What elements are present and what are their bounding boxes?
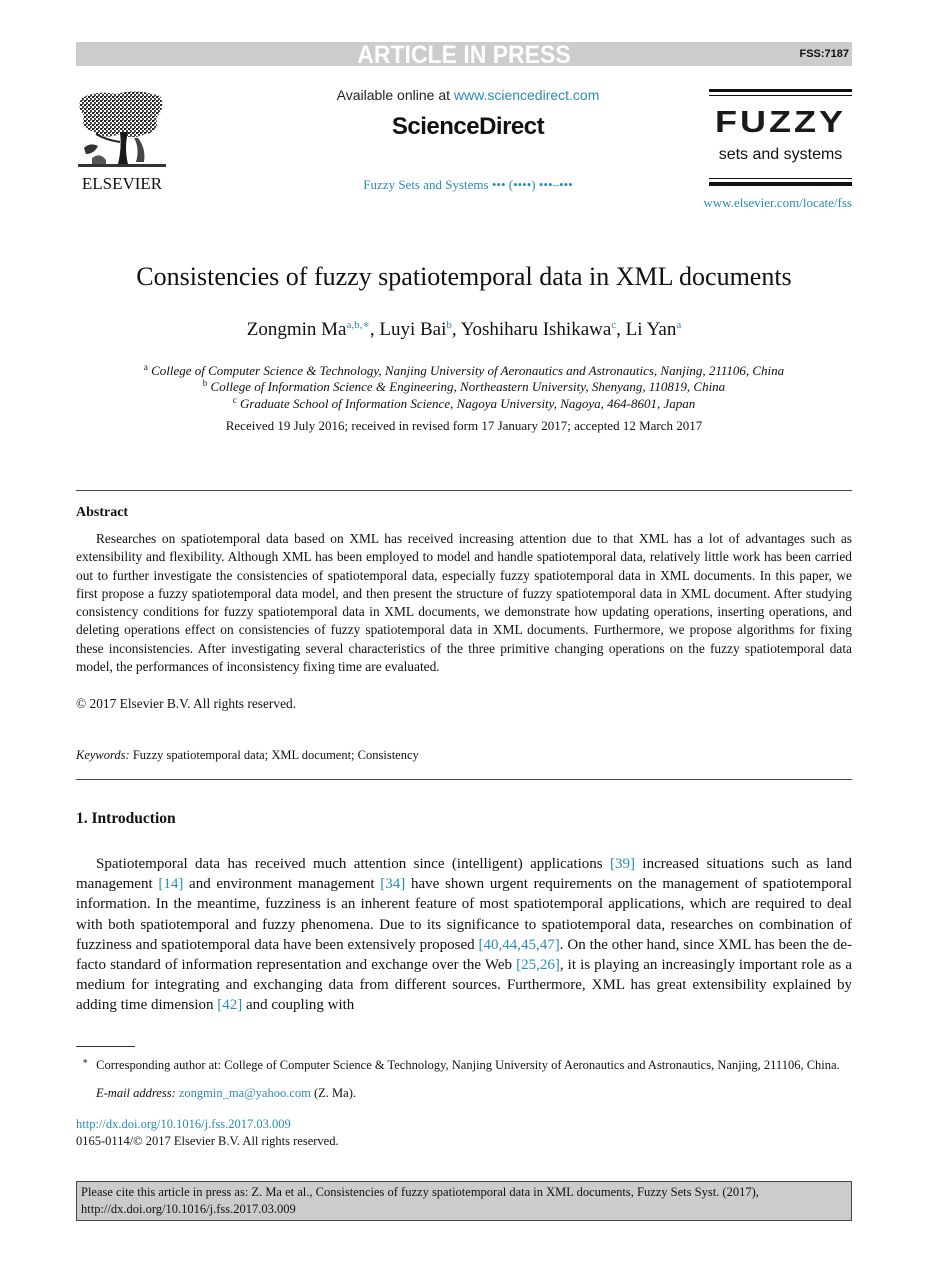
- fuzzy-sets-systems-logo[interactable]: FUZZY sets and systems: [709, 89, 852, 189]
- journal-logo-subtitle: sets and systems: [718, 146, 843, 163]
- keywords-label: Keywords:: [76, 748, 130, 762]
- intro-text: Spatiotemporal data has received much at…: [96, 856, 611, 872]
- available-prefix: Available online at: [336, 87, 454, 103]
- author-name: Li Yan: [625, 319, 677, 340]
- affiliation-mark: b: [202, 378, 208, 388]
- citation-box: Please cite this article in press as: Z.…: [76, 1181, 852, 1221]
- article-title: Consistencies of fuzzy spatiotemporal da…: [136, 262, 792, 291]
- intro-text: and coupling with: [242, 997, 355, 1014]
- citation-link[interactable]: [25,26]: [516, 957, 560, 973]
- issn-copyright: 0165-0114/© 2017 Elsevier B.V. All right…: [76, 1134, 339, 1148]
- divider: [76, 490, 852, 491]
- email-footnote: E-mail address: zongmin_ma@yahoo.com (Z.…: [96, 1086, 356, 1101]
- article-history: Received 19 July 2016; received in revis…: [225, 418, 703, 433]
- citation-link[interactable]: [39]: [610, 856, 635, 872]
- abstract-body: Researches on spatiotemporal data based …: [76, 530, 852, 676]
- affiliation-a: a College of Computer Science & Technolo…: [76, 362, 852, 379]
- abstract-heading: Abstract: [76, 505, 129, 520]
- citation-link[interactable]: [40,44,45,47]: [479, 937, 560, 953]
- author-list: Zongmin Maa,b,∗, Luyi Baib, Yoshiharu Is…: [76, 318, 852, 341]
- sciencedirect-link[interactable]: www.sciencedirect.com: [454, 87, 600, 103]
- affiliation-mark: a: [143, 362, 148, 372]
- citation-line-1: Please cite this article in press as: Z.…: [81, 1185, 759, 1199]
- abstract-copyright: © 2017 Elsevier B.V. All rights reserved…: [76, 696, 297, 711]
- doi-link[interactable]: http://dx.doi.org/10.1016/j.fss.2017.03.…: [76, 1117, 291, 1132]
- intro-text: and environment management: [183, 876, 381, 893]
- footnote-text: Corresponding author at: College of Comp…: [96, 1058, 840, 1072]
- author-name: Luyi Bai: [379, 319, 447, 340]
- keywords: Keywords: Fuzzy spatiotemporal data; XML…: [76, 748, 419, 763]
- logo-rule-top: [709, 89, 852, 92]
- author-separator: ,: [451, 319, 461, 340]
- available-online-line: Available online at www.sciencedirect.co…: [200, 87, 736, 103]
- author-affiliation-link[interactable]: a: [676, 319, 681, 331]
- affiliation-text: College of Information Science & Enginee…: [210, 379, 726, 394]
- affiliation-text: Graduate School of Information Science, …: [239, 396, 696, 411]
- journal-reference-link[interactable]: Fuzzy Sets and Systems ••• (••••) •••–••…: [200, 177, 736, 193]
- citation-text: Please cite this article in press as: Z.…: [81, 1184, 847, 1218]
- introduction-paragraph: Spatiotemporal data has received much at…: [76, 854, 852, 1016]
- elsevier-logo[interactable]: ELSEVIER: [76, 88, 166, 193]
- author-name: Yoshiharu Ishikawa: [460, 319, 612, 340]
- fuzzy-wordmark: FUZZY: [715, 104, 846, 139]
- citation-link[interactable]: [34]: [380, 876, 405, 892]
- footnote-rule: [76, 1046, 135, 1047]
- affiliation-b: b College of Information Science & Engin…: [76, 378, 852, 395]
- affiliation-text: College of Computer Science & Technology…: [151, 363, 785, 378]
- author-name: Zongmin Ma: [246, 319, 347, 340]
- citation-link[interactable]: [14]: [158, 876, 183, 892]
- affiliation-c: c Graduate School of Information Science…: [76, 395, 852, 412]
- section-heading-introduction: 1. Introduction: [76, 810, 176, 827]
- citation-link[interactable]: [42]: [217, 997, 242, 1013]
- email-label: E-mail address:: [96, 1086, 176, 1100]
- logo-rule-bottom: [709, 182, 852, 186]
- abstract-text: Researches on spatiotemporal data based …: [76, 531, 852, 675]
- footnote-mark: ∗: [82, 1056, 89, 1066]
- article-code: FSS:7187: [799, 48, 849, 60]
- keywords-text: Fuzzy spatiotemporal data; XML document;…: [129, 748, 419, 762]
- journal-homepage-link[interactable]: www.elsevier.com/locate/fss: [640, 195, 852, 211]
- logo-rule-top-thin: [709, 95, 852, 96]
- divider: [76, 779, 852, 780]
- sciencedirect-logo[interactable]: ScienceDirect: [200, 113, 736, 141]
- author-separator: ,: [369, 319, 380, 340]
- author-affiliation-link[interactable]: a,b,∗: [347, 319, 370, 331]
- author-separator: ,: [616, 319, 626, 340]
- logo-rule-bottom-thin: [709, 178, 852, 179]
- corresponding-author-footnote: ∗ Corresponding author at: College of Com…: [76, 1052, 852, 1074]
- article-in-press-banner: ARTICLE IN PRESS FSS:7187: [76, 41, 852, 69]
- elsevier-wordmark: ELSEVIER: [81, 174, 163, 193]
- affiliation-mark: c: [232, 395, 237, 405]
- citation-line-2: http://dx.doi.org/10.1016/j.fss.2017.03.…: [81, 1202, 296, 1216]
- banner-title: ARTICLE IN PRESS: [357, 41, 571, 69]
- email-link[interactable]: zongmin_ma@yahoo.com: [179, 1086, 311, 1100]
- email-suffix: (Z. Ma).: [310, 1086, 356, 1100]
- elsevier-tree-icon: [78, 91, 166, 167]
